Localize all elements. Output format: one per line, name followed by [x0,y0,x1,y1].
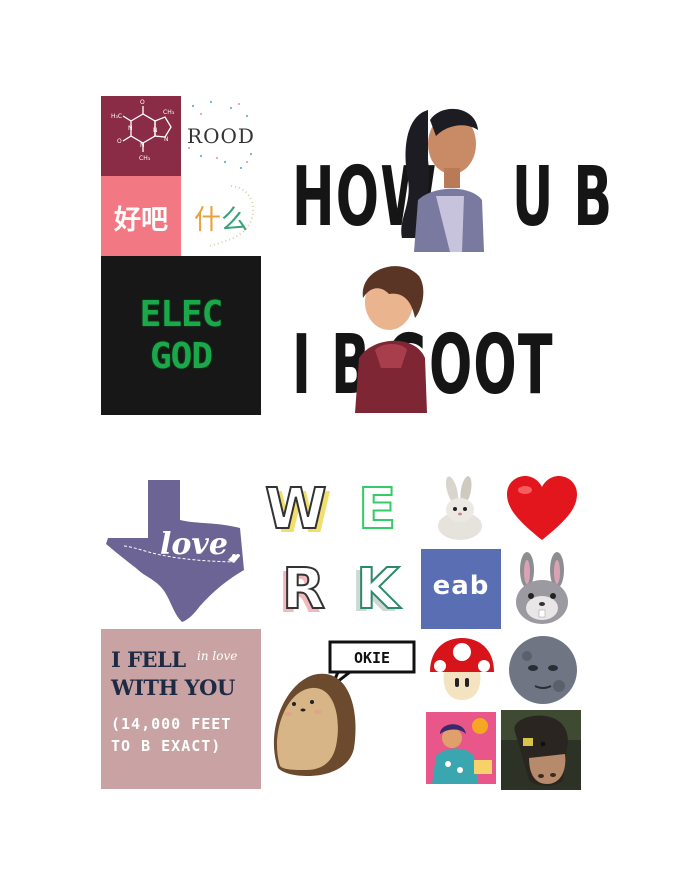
girl-illustration-icon [426,712,496,784]
fell-in-love-sticker: I FELL in love WITH YOU (14,000 FEET TO … [101,629,261,789]
god-text: GOD [149,336,213,377]
haoba-text: 好吧 [114,205,168,236]
bunny-plush-icon [438,476,482,540]
shenme-sticker: 什么 [181,176,261,256]
fell-line-1: I FELL [111,647,186,672]
mushroom-icon [430,638,494,700]
fell-line-3: (14,000 FEET [111,715,232,733]
moon-face-icon [509,636,577,704]
werk-letter-w: W [264,477,328,542]
okie-text: OKIE [354,649,390,667]
shenme-char-1: 什 [194,205,221,236]
svg-text:H₃C: H₃C [111,113,122,120]
ub-text: U B [511,150,614,245]
red-heart-icon [507,476,577,540]
fell-line-4: TO B EXACT) [111,737,222,755]
elec-god-sticker: ELEC GOD [101,256,261,415]
eab-text: eab [432,571,490,601]
svg-text:CH₃: CH₃ [163,109,175,116]
svg-text:N: N [153,127,158,134]
svg-text:N: N [128,125,133,132]
haoba-sticker: 好吧 [101,176,181,256]
werk-letter-r: R [281,557,326,622]
caffeine-sticker: O O H₃C CH₃ CH₃ N N N N [101,96,181,176]
boy-hoodie-icon [355,266,427,413]
fell-script: in love [197,649,238,663]
svg-text:O: O [140,99,145,106]
svg-text:CH₃: CH₃ [139,155,151,162]
cow-icon [501,710,581,790]
fell-line-2: WITH YOU [111,675,235,700]
caffeine-molecule-icon: O O H₃C CH₃ CH₃ N N N N [111,99,175,162]
svg-text:N: N [140,142,145,149]
hedgehog-icon: OKIE [273,640,416,776]
elec-text: ELEC [139,294,224,335]
rood-text: ROOD [187,124,255,148]
shenme-char-2: 么 [221,205,248,236]
rood-sticker: ROOD [181,96,261,176]
svg-text:N: N [164,136,169,143]
werk-letter-k: K [355,557,400,622]
rabbit-face-icon [516,552,568,624]
svg-text:O: O [117,138,122,145]
werk-letter-e: E [357,477,397,542]
texas-map-icon: love [106,480,244,622]
eab-sticker: eab [421,549,501,629]
shenme-text: 什么 [181,198,261,237]
girl-ponytail-icon [401,108,484,252]
